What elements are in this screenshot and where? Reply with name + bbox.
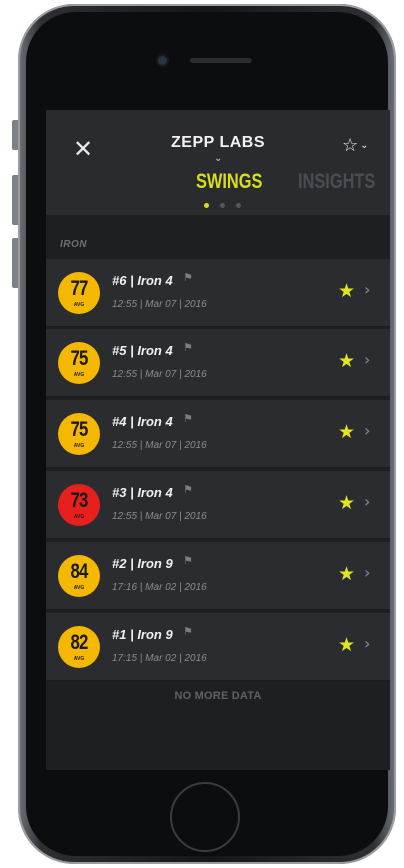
volume-down-button bbox=[12, 238, 18, 288]
star-icon[interactable]: ★ bbox=[338, 493, 355, 513]
star-icon[interactable]: ★ bbox=[338, 564, 355, 584]
swing-title: #1 | Iron 9 bbox=[112, 627, 173, 642]
club-icon: ⚑ bbox=[183, 483, 193, 496]
score-badge: 75 AVG bbox=[58, 342, 100, 384]
favorites-filter-button[interactable]: ☆ ⌄ bbox=[342, 134, 382, 158]
home-button[interactable] bbox=[170, 782, 240, 852]
chevron-right-icon: › bbox=[364, 280, 371, 299]
avg-label: AVG bbox=[73, 443, 85, 449]
club-icon: ⚑ bbox=[183, 625, 193, 638]
brand-title[interactable]: ZEPP LABS bbox=[46, 134, 390, 152]
mute-switch bbox=[12, 120, 18, 150]
section-header: IRON bbox=[46, 215, 390, 259]
tab-swings[interactable]: SWINGS bbox=[196, 170, 262, 194]
score-badge: 77 AVG bbox=[58, 272, 100, 314]
chevron-right-icon: › bbox=[364, 350, 371, 369]
app-screen: ✕ ZEPP LABS ⌄ ☆ ⌄ SWINGS INSIGHTS IRON 77… bbox=[46, 110, 390, 770]
swing-row[interactable]: 77 AVG #6 | Iron 4 ⚑ 12:55 | Mar 07 | 2016 ★ › bbox=[46, 259, 390, 327]
score-value: 75 bbox=[70, 347, 88, 370]
score-value: 75 bbox=[70, 418, 88, 441]
star-icon[interactable]: ★ bbox=[338, 351, 355, 371]
page-dot bbox=[220, 203, 225, 208]
star-outline-icon: ☆ bbox=[342, 135, 359, 156]
avg-label: AVG bbox=[73, 585, 85, 591]
score-value: 82 bbox=[70, 631, 88, 654]
score-value: 73 bbox=[70, 489, 88, 512]
chevron-right-icon: › bbox=[364, 563, 371, 582]
swing-title: #3 | Iron 4 bbox=[112, 485, 173, 500]
swing-title: #4 | Iron 4 bbox=[112, 414, 173, 429]
club-icon: ⚑ bbox=[183, 412, 193, 425]
front-camera bbox=[158, 56, 167, 65]
swing-date: 17:15 | Mar 02 | 2016 bbox=[112, 653, 207, 664]
score-badge: 73 AVG bbox=[58, 484, 100, 526]
swing-title: #5 | Iron 4 bbox=[112, 343, 173, 358]
swing-date: 12:55 | Mar 07 | 2016 bbox=[112, 511, 207, 522]
star-icon[interactable]: ★ bbox=[338, 281, 355, 301]
star-icon[interactable]: ★ bbox=[338, 635, 355, 655]
swing-date: 17:16 | Mar 02 | 2016 bbox=[112, 582, 207, 593]
earpiece-speaker bbox=[190, 58, 252, 63]
swing-row[interactable]: 82 AVG #1 | Iron 9 ⚑ 17:15 | Mar 02 | 2016 ★ › bbox=[46, 613, 390, 681]
score-value: 77 bbox=[70, 277, 88, 300]
avg-label: AVG bbox=[73, 656, 85, 662]
score-badge: 82 AVG bbox=[58, 626, 100, 668]
score-value: 84 bbox=[70, 560, 88, 583]
swing-date: 12:55 | Mar 07 | 2016 bbox=[112, 369, 207, 380]
club-icon: ⚑ bbox=[183, 271, 193, 284]
swing-row[interactable]: 73 AVG #3 | Iron 4 ⚑ 12:55 | Mar 07 | 2016 ★ › bbox=[46, 471, 390, 539]
star-icon[interactable]: ★ bbox=[338, 422, 355, 442]
swing-date: 12:55 | Mar 07 | 2016 bbox=[112, 299, 207, 310]
section-label: IRON bbox=[60, 239, 87, 250]
swing-row[interactable]: 84 AVG #2 | Iron 9 ⚑ 17:16 | Mar 02 | 2016 ★ › bbox=[46, 542, 390, 610]
chevron-right-icon: › bbox=[364, 492, 371, 511]
swing-date: 12:55 | Mar 07 | 2016 bbox=[112, 440, 207, 451]
page-dot-active bbox=[204, 203, 209, 208]
club-icon: ⚑ bbox=[183, 341, 193, 354]
swing-title: #2 | Iron 9 bbox=[112, 556, 173, 571]
avg-label: AVG bbox=[73, 372, 85, 378]
avg-label: AVG bbox=[73, 302, 85, 308]
no-more-data-label: NO MORE DATA bbox=[174, 690, 262, 702]
swing-row[interactable]: 75 AVG #4 | Iron 4 ⚑ 12:55 | Mar 07 | 2016 ★ › bbox=[46, 400, 390, 468]
tab-insights[interactable]: INSIGHTS bbox=[298, 170, 375, 194]
volume-up-button bbox=[12, 175, 18, 225]
club-icon: ⚑ bbox=[183, 554, 193, 567]
score-badge: 75 AVG bbox=[58, 413, 100, 455]
score-badge: 84 AVG bbox=[58, 555, 100, 597]
chevron-right-icon: › bbox=[364, 421, 371, 440]
swing-title: #6 | Iron 4 bbox=[112, 273, 173, 288]
chevron-right-icon: › bbox=[364, 634, 371, 653]
chevron-down-icon: ⌄ bbox=[360, 140, 369, 151]
avg-label: AVG bbox=[73, 514, 85, 520]
swing-row[interactable]: 75 AVG #5 | Iron 4 ⚑ 12:55 | Mar 07 | 2016 ★ › bbox=[46, 329, 390, 397]
app-header: ✕ ZEPP LABS ⌄ ☆ ⌄ SWINGS INSIGHTS bbox=[46, 110, 390, 215]
page-dot bbox=[236, 203, 241, 208]
chevron-down-icon[interactable]: ⌄ bbox=[214, 154, 224, 164]
